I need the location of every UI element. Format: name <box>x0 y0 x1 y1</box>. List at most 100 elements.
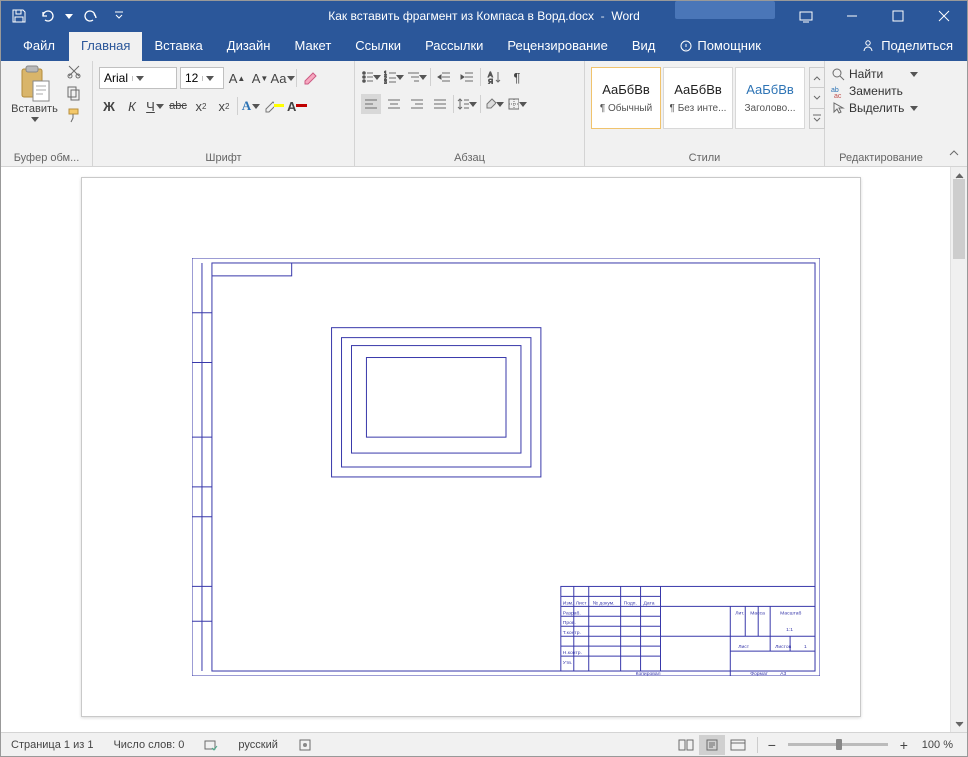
highlight-button[interactable] <box>264 96 284 116</box>
underline-button[interactable]: Ч <box>145 96 165 116</box>
zoom-slider[interactable] <box>788 743 888 746</box>
svg-text:Утв.: Утв. <box>563 660 572 666</box>
svg-text:Копировал: Копировал <box>636 671 661 676</box>
group-clipboard-label: Буфер обм... <box>7 152 86 166</box>
paste-label: Вставить <box>11 103 58 115</box>
status-page[interactable]: Страница 1 из 1 <box>1 739 103 751</box>
status-word-count[interactable]: Число слов: 0 <box>103 739 194 751</box>
view-read-button[interactable] <box>673 735 699 755</box>
increase-indent-button[interactable] <box>457 67 477 87</box>
tab-view[interactable]: Вид <box>620 32 668 61</box>
paste-more-button[interactable] <box>31 117 39 122</box>
collapse-ribbon-button[interactable] <box>947 146 963 162</box>
cut-button[interactable] <box>66 63 86 83</box>
align-left-button[interactable] <box>361 94 381 114</box>
redo-button[interactable] <box>79 4 103 28</box>
italic-button[interactable]: К <box>122 96 142 116</box>
style-name: ¶ Обычный <box>600 103 652 114</box>
tab-mailings[interactable]: Рассылки <box>413 32 495 61</box>
decrease-indent-button[interactable] <box>434 67 454 87</box>
style-sample: АаБбВв <box>602 82 650 97</box>
undo-button[interactable] <box>35 4 59 28</box>
bullets-button[interactable] <box>361 67 381 87</box>
view-web-button[interactable] <box>725 735 751 755</box>
find-button[interactable]: Найти <box>831 67 918 81</box>
show-marks-button[interactable]: ¶ <box>507 67 527 87</box>
align-center-button[interactable] <box>384 94 404 114</box>
qat-customize-button[interactable] <box>107 4 131 28</box>
justify-button[interactable] <box>430 94 450 114</box>
share-button[interactable]: Поделиться <box>847 32 967 61</box>
tab-home[interactable]: Главная <box>69 32 142 61</box>
tab-layout[interactable]: Макет <box>282 32 343 61</box>
strikethrough-button[interactable]: abc <box>168 96 188 116</box>
style-sample: АаБбВв <box>746 82 794 97</box>
font-name-combo[interactable]: Arial <box>99 67 177 89</box>
svg-text:Дата: Дата <box>644 600 655 606</box>
scroll-thumb[interactable] <box>953 179 965 259</box>
borders-button[interactable] <box>507 94 527 114</box>
app-name: Word <box>611 9 639 23</box>
bold-button[interactable]: Ж <box>99 96 119 116</box>
paste-button[interactable] <box>18 63 52 103</box>
group-paragraph: 123 AЯ ¶ Абзац <box>355 61 585 166</box>
tab-references[interactable]: Ссылки <box>343 32 413 61</box>
undo-more-button[interactable] <box>63 4 75 28</box>
group-font: Arial 12 A▲ A▼ Aa Ж К Ч abc x2 x2 A A <box>93 61 355 166</box>
tab-file[interactable]: Файл <box>9 32 69 61</box>
maximize-button[interactable] <box>875 1 921 31</box>
tab-design[interactable]: Дизайн <box>215 32 283 61</box>
status-language[interactable]: русский <box>228 739 287 751</box>
svg-text:1:1: 1:1 <box>786 627 793 633</box>
svg-text:A: A <box>488 72 493 79</box>
ribbon-display-button[interactable] <box>783 1 829 31</box>
shrink-font-button[interactable]: A▼ <box>250 68 270 88</box>
tell-me-label: Помощник <box>697 38 761 53</box>
svg-text:Масса: Масса <box>750 610 765 616</box>
format-painter-button[interactable] <box>66 107 86 127</box>
replace-button[interactable]: abac Заменить <box>831 84 918 98</box>
status-macros[interactable] <box>288 738 322 752</box>
account-pill[interactable] <box>675 1 775 19</box>
tab-tell-me[interactable]: Помощник <box>667 32 773 61</box>
styles-gallery-scroll[interactable] <box>809 67 825 129</box>
svg-text:1: 1 <box>804 644 807 650</box>
tab-review[interactable]: Рецензирование <box>495 32 619 61</box>
svg-text:Лист: Лист <box>738 644 750 650</box>
quick-access-toolbar <box>1 4 131 28</box>
tab-insert[interactable]: Вставка <box>142 32 214 61</box>
scroll-down-button[interactable] <box>951 715 967 732</box>
text-effects-button[interactable]: A <box>241 96 261 116</box>
copy-button[interactable] <box>66 85 86 105</box>
share-label: Поделиться <box>881 38 953 53</box>
style-normal[interactable]: АаБбВв ¶ Обычный <box>591 67 661 129</box>
grow-font-button[interactable]: A▲ <box>227 68 247 88</box>
shading-button[interactable] <box>484 94 504 114</box>
superscript-button[interactable]: x2 <box>214 96 234 116</box>
zoom-level[interactable]: 100 % <box>912 739 967 751</box>
font-color-button[interactable]: A <box>287 96 307 116</box>
save-button[interactable] <box>7 4 31 28</box>
change-case-button[interactable]: Aa <box>273 68 293 88</box>
numbering-button[interactable]: 123 <box>384 67 404 87</box>
zoom-out-button[interactable]: − <box>764 737 780 753</box>
sort-button[interactable]: AЯ <box>484 67 504 87</box>
view-print-button[interactable] <box>699 735 725 755</box>
minimize-button[interactable] <box>829 1 875 31</box>
clear-formatting-button[interactable] <box>300 68 320 88</box>
style-no-spacing[interactable]: АаБбВв ¶ Без инте... <box>663 67 733 129</box>
document-area[interactable]: Изм. Лист № докум. Подп. Дата Разраб. Пр… <box>1 167 967 732</box>
zoom-in-button[interactable]: + <box>896 737 912 753</box>
svg-text:А3: А3 <box>780 671 786 676</box>
status-spellcheck[interactable] <box>194 738 228 752</box>
drawing-frame: Изм. Лист № докум. Подп. Дата Разраб. Пр… <box>192 258 820 676</box>
multilevel-button[interactable] <box>407 67 427 87</box>
vertical-scrollbar[interactable] <box>950 167 967 732</box>
style-heading1[interactable]: АаБбВв Заголово... <box>735 67 805 129</box>
select-button[interactable]: Выделить <box>831 101 918 115</box>
close-button[interactable] <box>921 1 967 31</box>
subscript-button[interactable]: x2 <box>191 96 211 116</box>
font-size-combo[interactable]: 12 <box>180 67 224 89</box>
align-right-button[interactable] <box>407 94 427 114</box>
line-spacing-button[interactable] <box>457 94 477 114</box>
